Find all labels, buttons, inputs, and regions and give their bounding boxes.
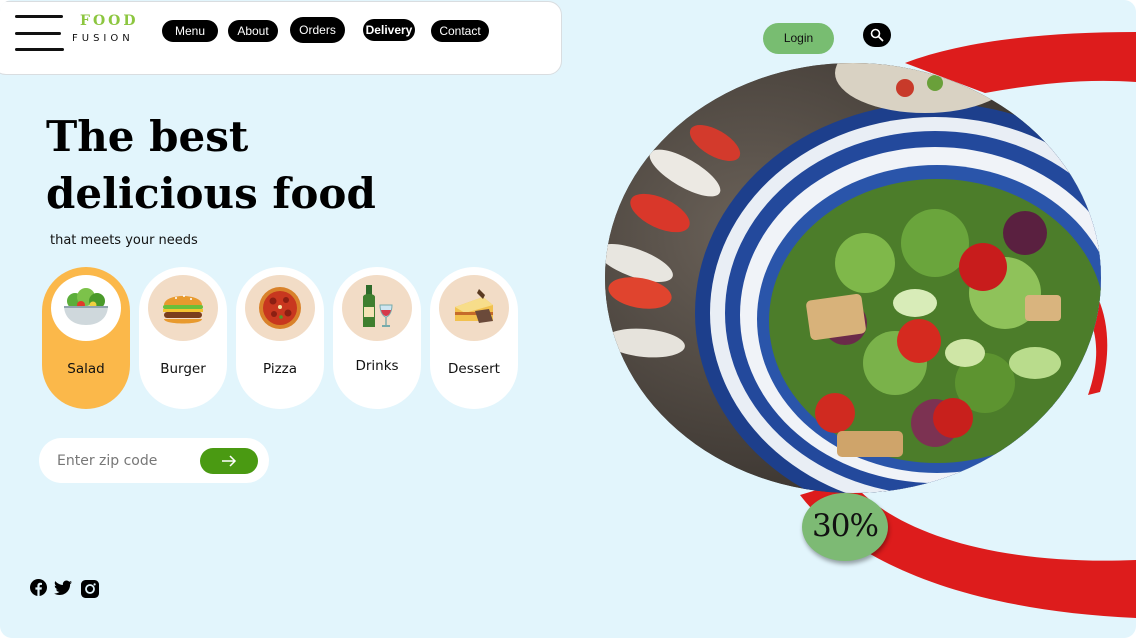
login-button[interactable]: Login bbox=[763, 23, 834, 54]
category-label: Pizza bbox=[262, 361, 298, 377]
hero-subtitle: that meets your needs bbox=[50, 233, 198, 248]
drinks-icon bbox=[363, 285, 393, 327]
zip-code-form bbox=[39, 438, 269, 483]
nav-contact[interactable]: Contact bbox=[431, 20, 489, 42]
category-drinks[interactable]: Drinks bbox=[333, 267, 421, 409]
category-label: Drinks bbox=[355, 358, 399, 374]
pizza-icon-circle bbox=[245, 275, 315, 341]
arrow-right-icon bbox=[222, 455, 237, 467]
category-label: Salad bbox=[67, 361, 105, 377]
burger-icon bbox=[163, 295, 203, 324]
drinks-icon-circle bbox=[342, 275, 412, 341]
salad-photo bbox=[605, 63, 1101, 493]
salad-bowl-icon bbox=[64, 288, 108, 325]
hero-title: The best delicious food bbox=[46, 112, 376, 218]
category-dessert[interactable]: Dessert bbox=[430, 267, 518, 409]
category-salad[interactable]: Salad bbox=[42, 267, 130, 409]
logo-food-text: FOOD bbox=[80, 13, 139, 29]
burger-icon-circle bbox=[148, 275, 218, 341]
header-bar: FOOD FUSION Menu About Orders Delivery C… bbox=[0, 1, 562, 75]
dessert-icon-circle bbox=[439, 275, 509, 341]
instagram-icon[interactable] bbox=[81, 580, 99, 598]
logo-fusion-text: FUSION bbox=[72, 33, 134, 44]
category-burger[interactable]: Burger bbox=[139, 267, 227, 409]
discount-badge: 30% bbox=[802, 493, 888, 561]
hamburger-menu-icon[interactable] bbox=[15, 15, 65, 53]
search-icon bbox=[870, 28, 884, 42]
salad-icon-circle bbox=[51, 275, 121, 341]
search-button[interactable] bbox=[863, 23, 891, 47]
category-label: Burger bbox=[160, 361, 206, 377]
nav-menu[interactable]: Menu bbox=[162, 20, 218, 42]
zip-code-input[interactable] bbox=[57, 450, 197, 472]
twitter-icon[interactable] bbox=[54, 580, 72, 596]
pizza-icon bbox=[259, 287, 301, 329]
nav-delivery[interactable]: Delivery bbox=[363, 19, 415, 41]
salad-image bbox=[605, 63, 1101, 493]
facebook-icon[interactable] bbox=[30, 579, 47, 596]
category-label: Dessert bbox=[448, 361, 500, 377]
cake-slice-icon bbox=[455, 289, 493, 323]
zip-submit-button[interactable] bbox=[200, 448, 258, 474]
landing-page: FOOD FUSION Menu About Orders Delivery C… bbox=[0, 0, 1136, 638]
nav-about[interactable]: About bbox=[228, 20, 278, 42]
category-pizza[interactable]: Pizza bbox=[236, 267, 324, 409]
nav-orders[interactable]: Orders bbox=[290, 17, 345, 43]
